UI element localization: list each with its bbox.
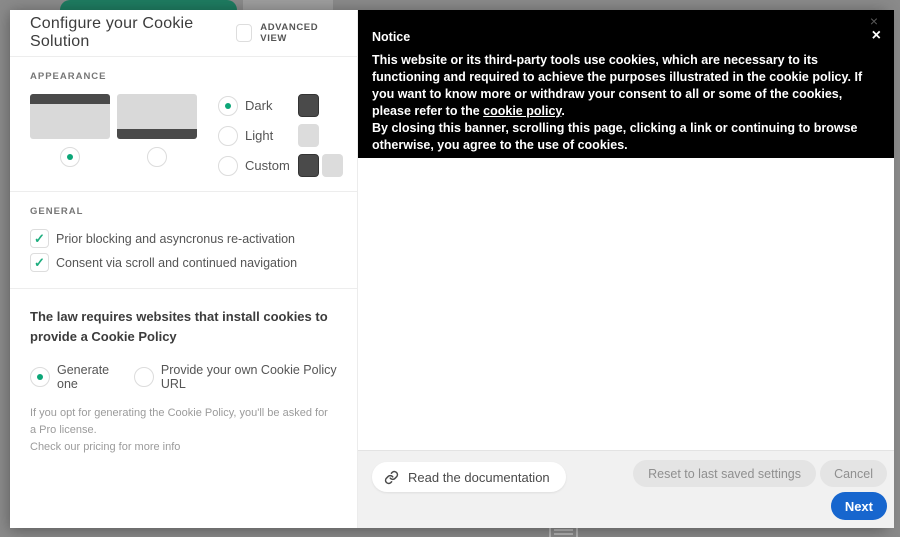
advanced-view-label: ADVANCED VIEW: [260, 22, 319, 44]
preview-page-area: [358, 158, 894, 450]
settings-panel: Configure your Cookie Solution ADVANCED …: [10, 10, 358, 528]
theme-dark-radio[interactable]: [218, 95, 238, 116]
theme-custom-light-swatch[interactable]: [322, 154, 343, 177]
background-page-widget-fragment: [549, 528, 578, 537]
page-title: Configure your Cookie Solution: [30, 15, 194, 50]
consent-scroll-checkbox[interactable]: ✓: [30, 253, 49, 272]
theme-dark-swatch: [298, 94, 319, 117]
appearance-section: APPEARANCE Dark Light Custom: [10, 57, 357, 192]
background-page-button-fragment: [60, 0, 237, 10]
cancel-button[interactable]: Cancel: [820, 460, 887, 487]
banner-title: Notice: [372, 30, 411, 44]
banner-position-top-radio[interactable]: [60, 147, 80, 167]
pro-license-note-line1: If you opt for generating the Cookie Pol…: [30, 407, 328, 437]
modal-close-icon[interactable]: ×: [870, 14, 878, 28]
theme-light-radio[interactable]: [218, 125, 238, 146]
check-icon: ✓: [34, 254, 45, 270]
banner-position-bottom-thumbnail[interactable]: [117, 94, 197, 139]
general-section: GENERAL ✓ Prior blocking and asyncronus …: [10, 192, 357, 289]
own-policy-url-option[interactable]: Provide your own Cookie Policy URL: [133, 363, 337, 392]
preview-panel: × Notice × This website or its third-par…: [358, 10, 894, 528]
cookie-policy-section: The law requires websites that install c…: [10, 289, 357, 456]
cookie-solution-modal: Configure your Cookie Solution ADVANCED …: [10, 10, 894, 528]
cookie-policy-link[interactable]: cookie policy: [483, 104, 561, 118]
theme-options: Dark Light Custom: [218, 94, 343, 177]
theme-dark-label: Dark: [245, 98, 273, 113]
generate-policy-radio[interactable]: [30, 367, 50, 388]
pro-license-note: If you opt for generating the Cookie Pol…: [30, 405, 337, 456]
link-icon: [384, 470, 399, 485]
read-documentation-button[interactable]: Read the documentation: [372, 462, 566, 492]
cookie-banner-preview: Notice × This website or its third-party…: [358, 10, 894, 158]
prior-blocking-option[interactable]: ✓ Prior blocking and asyncronus re-activ…: [30, 229, 337, 248]
consent-scroll-label: Consent via scroll and continued navigat…: [56, 255, 298, 270]
theme-custom-radio[interactable]: [218, 155, 238, 176]
background-page-header-fragment: [243, 0, 333, 10]
banner-body: This website or its third-party tools us…: [372, 52, 880, 154]
theme-option-light[interactable]: Light: [218, 124, 343, 147]
banner-bar-top: [30, 94, 110, 104]
theme-option-custom[interactable]: Custom: [218, 154, 343, 177]
own-policy-url-label: Provide your own Cookie Policy URL: [160, 363, 337, 392]
advanced-view-checkbox[interactable]: [235, 24, 253, 42]
banner-position-bottom-option: [117, 94, 197, 177]
theme-light-label: Light: [245, 128, 274, 143]
general-section-label: GENERAL: [30, 206, 84, 217]
advanced-view-toggle[interactable]: ADVANCED VIEW: [235, 22, 339, 44]
banner-second-line: By closing this banner, scrolling this p…: [372, 121, 858, 152]
reset-settings-button[interactable]: Reset to last saved settings: [633, 460, 816, 487]
own-policy-url-radio[interactable]: [133, 367, 154, 388]
generate-policy-label: Generate one: [57, 363, 110, 392]
theme-option-dark[interactable]: Dark: [218, 94, 343, 117]
cookie-policy-heading: The law requires websites that install c…: [30, 309, 328, 345]
theme-custom-label: Custom: [245, 158, 290, 173]
next-button[interactable]: Next: [830, 492, 887, 520]
banner-close-icon[interactable]: ×: [872, 28, 881, 44]
theme-custom-dark-swatch[interactable]: [298, 154, 319, 177]
prior-blocking-label: Prior blocking and asyncronus re-activat…: [56, 231, 296, 246]
prior-blocking-checkbox[interactable]: ✓: [30, 229, 49, 248]
banner-text-after-link: .: [561, 104, 565, 118]
pro-license-note-line2: Check our pricing for more info: [30, 441, 181, 454]
footer-action-bar: Read the documentation Reset to last sav…: [358, 450, 894, 528]
banner-position-top-option: [30, 94, 110, 177]
check-icon: ✓: [34, 230, 45, 246]
banner-position-bottom-radio[interactable]: [147, 147, 167, 167]
consent-scroll-option[interactable]: ✓ Consent via scroll and continued navig…: [30, 253, 337, 272]
theme-light-swatch: [298, 124, 319, 147]
banner-bar-bottom: [117, 129, 197, 139]
banner-text-before-link: This website or its third-party tools us…: [372, 53, 863, 118]
panel-header: Configure your Cookie Solution ADVANCED …: [10, 10, 357, 57]
appearance-section-label: APPEARANCE: [30, 71, 107, 82]
banner-position-top-thumbnail[interactable]: [30, 94, 110, 139]
read-documentation-label: Read the documentation: [408, 469, 550, 485]
generate-policy-option[interactable]: Generate one: [30, 363, 121, 391]
